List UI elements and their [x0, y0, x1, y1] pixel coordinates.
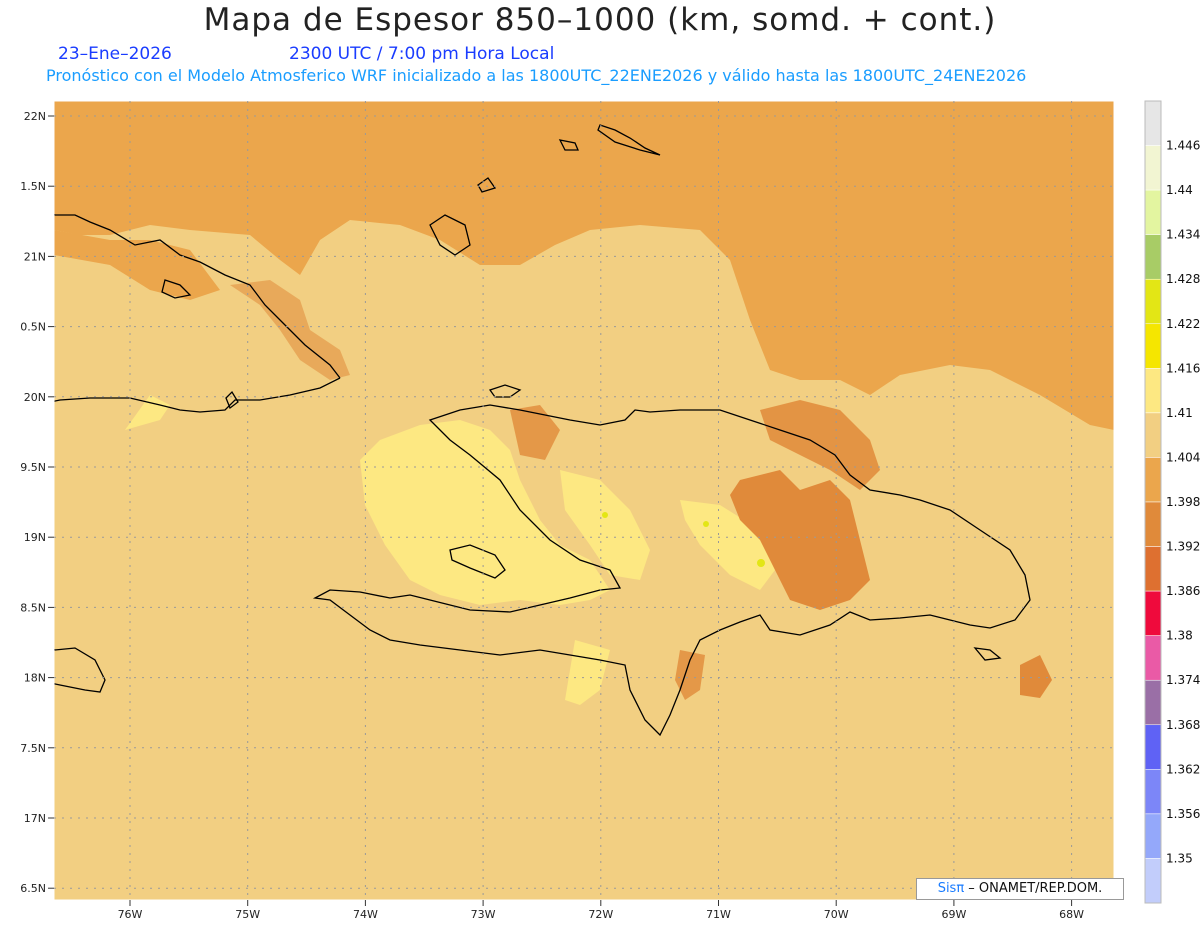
lon-axis: 76W 75W 74W 73W 72W 71W 70W 69W 68W	[118, 900, 1084, 921]
colorbar-swatch	[1144, 189, 1162, 235]
colorbar-swatch	[1144, 278, 1162, 325]
colorbar-label: 1.446	[1166, 139, 1200, 153]
colorbar-swatch	[1144, 368, 1162, 414]
lat-label: 20N	[24, 391, 46, 404]
lat-label: 6.5N	[20, 882, 46, 895]
colorbar-label: 1.428	[1166, 272, 1200, 286]
colorbar-label: 1.404	[1166, 450, 1200, 464]
thickness-map: 22N 1.5N 21N 0.5N 20N 9.5N 19N 8.5N 18N 7.5N 17N 6.…	[20, 100, 1200, 921]
colorbar-label: 1.386	[1166, 584, 1200, 598]
colorbar-swatch	[1144, 457, 1162, 503]
colorbar-swatch	[1144, 635, 1162, 681]
lat-axis: 22N 1.5N 21N 0.5N 20N 9.5N 19N 8.5N 18N 7.5N 17N 6.…	[20, 110, 54, 895]
lat-label: 18N	[24, 672, 46, 685]
lat-label: 7.5N	[20, 742, 46, 755]
colorbar-swatch	[1144, 813, 1162, 859]
credit-text: – ONAMET/REP.DOM.	[964, 881, 1103, 896]
lon-label: 71W	[706, 908, 731, 921]
colorbar-label: 1.38	[1166, 629, 1193, 643]
lat-label: 19N	[24, 531, 46, 544]
colorbar-swatch	[1144, 590, 1162, 636]
lon-label: 68W	[1059, 908, 1084, 921]
colorbar-swatch	[1144, 501, 1162, 547]
colorbar-swatch	[1144, 234, 1162, 280]
hotspot-3	[602, 512, 608, 518]
lat-label: 17N	[24, 812, 46, 825]
thickness-field	[54, 101, 1114, 900]
colorbar-swatch	[1144, 858, 1162, 904]
colorbar-swatch	[1144, 323, 1162, 369]
colorbar-label: 1.398	[1166, 495, 1200, 509]
lat-label: 22N	[24, 110, 46, 123]
colorbar-label: 1.422	[1166, 317, 1200, 331]
colorbar-label: 1.356	[1166, 807, 1200, 821]
hotspot-2	[757, 559, 765, 567]
colorbar-swatch	[1144, 546, 1162, 592]
colorbar-swatch	[1144, 679, 1162, 726]
lat-label: 1.5N	[20, 180, 46, 193]
lon-label: 75W	[235, 908, 260, 921]
lat-label: 21N	[24, 250, 46, 263]
colorbar-swatch	[1144, 145, 1162, 191]
colorbar-swatch	[1144, 769, 1162, 815]
lon-label: 76W	[118, 908, 143, 921]
colorbar-label: 1.35	[1166, 851, 1193, 865]
colorbar: 1.446 1.44 1.434 1.428 1.422 1.416 1.41 1.404 1.…	[1144, 100, 1200, 904]
colorbar-swatch	[1144, 412, 1162, 458]
credit-brand: Sisπ	[937, 881, 965, 896]
colorbar-label: 1.44	[1166, 183, 1193, 197]
lon-label: 70W	[824, 908, 849, 921]
lat-label: 9.5N	[20, 461, 46, 474]
lon-label: 69W	[941, 908, 966, 921]
colorbar-label: 1.392	[1166, 540, 1200, 554]
hotspot-1	[703, 521, 709, 527]
colorbar-label: 1.368	[1166, 718, 1200, 732]
colorbar-label: 1.362	[1166, 762, 1200, 776]
colorbar-swatch	[1144, 100, 1162, 146]
lon-label: 73W	[471, 908, 496, 921]
colorbar-swatch	[1144, 724, 1162, 770]
lon-label: 72W	[588, 908, 613, 921]
credit-box: Sisπ – ONAMET/REP.DOM.	[916, 878, 1124, 900]
colorbar-label: 1.374	[1166, 673, 1200, 687]
lon-label: 74W	[353, 908, 378, 921]
colorbar-label: 1.434	[1166, 228, 1200, 242]
colorbar-label: 1.41	[1166, 406, 1193, 420]
lat-label: 0.5N	[20, 321, 46, 334]
colorbar-label: 1.416	[1166, 361, 1200, 375]
lat-label: 8.5N	[20, 601, 46, 614]
